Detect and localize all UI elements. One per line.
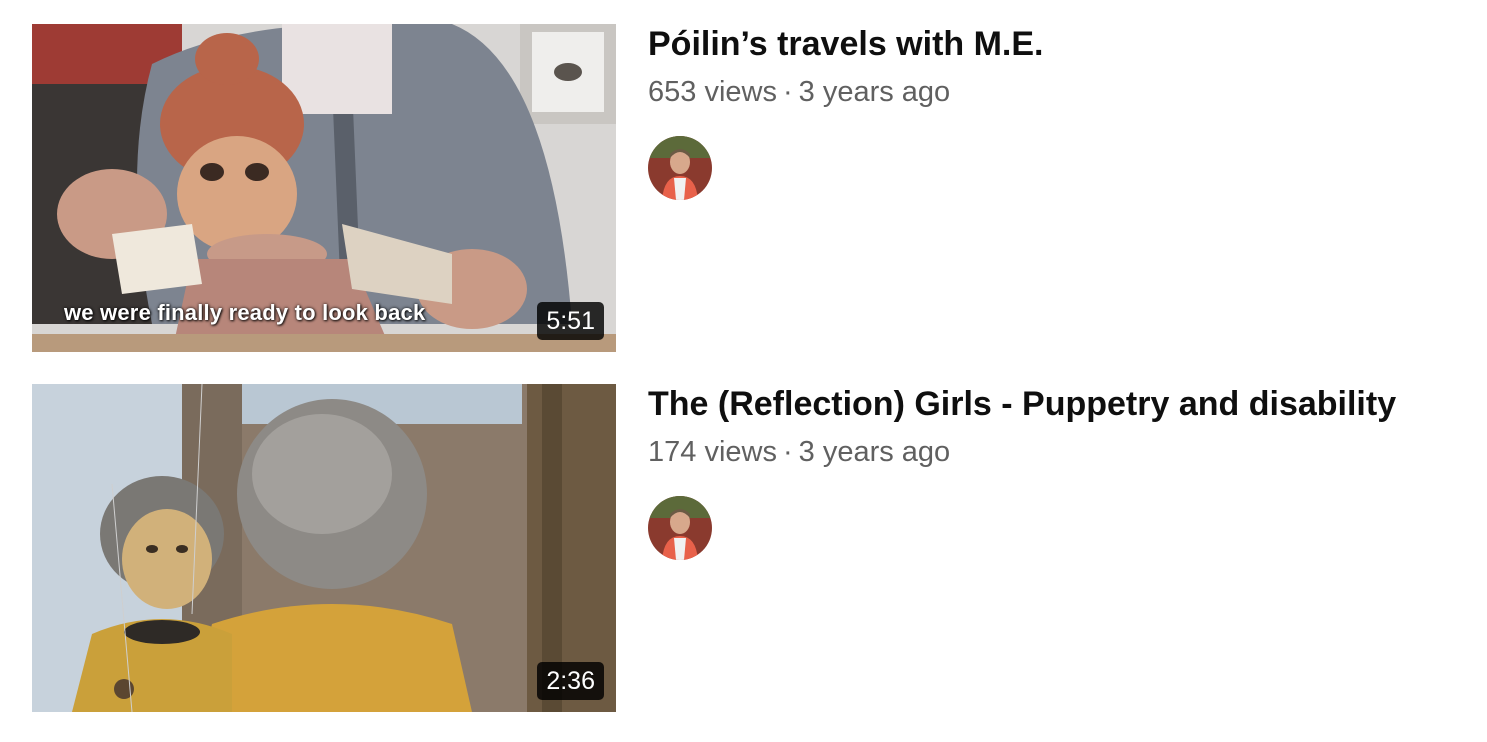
upload-age: 3 years ago — [798, 436, 951, 468]
avatar-image — [648, 136, 712, 200]
meta-separator: · — [782, 436, 793, 468]
video-metadata: 653 views · 3 years ago — [648, 74, 1448, 110]
video-details: Póilin’s travels with M.E. 653 views · 3 y… — [648, 24, 1448, 200]
view-count: 653 views — [648, 76, 777, 108]
video-thumbnail[interactable]: we were finally ready to look back 5:51 — [32, 24, 616, 352]
burned-in-caption: we were finally ready to look back — [64, 300, 426, 325]
video-item[interactable]: we were finally ready to look back 5:51 … — [32, 24, 1452, 352]
video-title[interactable]: Póilin’s travels with M.E. — [648, 24, 1448, 64]
meta-separator: · — [782, 76, 793, 108]
video-details: The (Reflection) Girls - Puppetry and di… — [648, 384, 1448, 560]
video-thumbnail[interactable]: 2:36 — [32, 384, 616, 712]
video-title[interactable]: The (Reflection) Girls - Puppetry and di… — [648, 384, 1448, 424]
video-item[interactable]: 2:36 The (Reflection) Girls - Puppetry a… — [32, 384, 1452, 712]
video-metadata: 174 views · 3 years ago — [648, 434, 1448, 470]
duration-badge: 5:51 — [537, 302, 604, 340]
view-count: 174 views — [648, 436, 777, 468]
channel-avatar[interactable] — [648, 136, 712, 200]
duration-badge: 2:36 — [537, 662, 604, 700]
upload-age: 3 years ago — [798, 76, 951, 108]
video-list: we were finally ready to look back 5:51 … — [0, 0, 1487, 742]
thumbnail-image-two-puppets — [32, 384, 616, 712]
avatar-image — [648, 496, 712, 560]
channel-avatar[interactable] — [648, 496, 712, 560]
